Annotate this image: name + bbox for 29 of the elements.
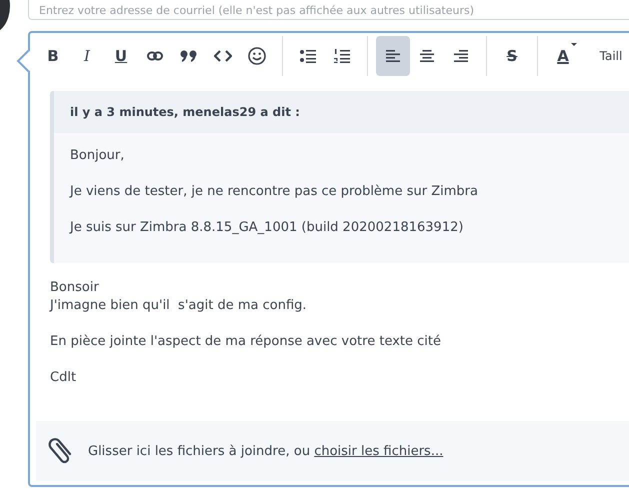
quote-icon xyxy=(180,50,198,62)
font-size-button[interactable]: Taill xyxy=(594,36,628,76)
quote-header: il y a 3 minutes, menelas29 a dit : xyxy=(54,91,629,133)
align-center-icon xyxy=(420,50,434,62)
italic-button[interactable]: I xyxy=(70,36,104,76)
attachment-dropzone[interactable]: Glisser ici les fichiers à joindre, ou choisir les fichiers... xyxy=(36,421,629,481)
link-icon xyxy=(147,51,163,61)
code-icon xyxy=(214,50,232,62)
message-text: Bonsoir xyxy=(50,279,100,297)
paperclip-icon xyxy=(48,437,74,465)
choose-files-link[interactable]: choisir les fichiers... xyxy=(314,444,444,458)
quoted-paragraph: Je viens de tester, je ne rencontre pas ce problème sur Zimbra xyxy=(70,183,479,201)
attachment-instructions: Glisser ici les fichiers à joindre, ou choisir les fichiers... xyxy=(88,444,444,458)
numbered-list-icon xyxy=(334,49,350,63)
underline-button[interactable]: U xyxy=(104,36,138,76)
text-color-button[interactable]: A xyxy=(546,36,580,76)
bold-button[interactable]: B xyxy=(36,36,70,76)
align-right-icon xyxy=(454,50,468,62)
message-text: J'imagne bien qu'il s'agit de ma config. xyxy=(50,297,308,315)
align-left-button[interactable] xyxy=(376,36,410,76)
email-field[interactable]: Entrez votre adresse de courriel (elle n'est pas affichée aux autres utilisateurs) xyxy=(28,0,629,20)
strikethrough-button[interactable]: S xyxy=(495,36,529,76)
quoted-paragraph: Je suis sur Zimbra 8.8.15_GA_1001 (build 20200218163912) xyxy=(70,219,464,237)
message-text: En pièce jointe l'aspect de ma réponse avec votre texte cité xyxy=(50,333,442,351)
bullet-list-icon xyxy=(300,49,316,63)
align-left-icon xyxy=(386,50,400,62)
smiley-icon xyxy=(248,47,266,65)
quoted-paragraph: Bonjour, xyxy=(70,147,126,165)
message-text: Cdlt xyxy=(50,369,78,387)
